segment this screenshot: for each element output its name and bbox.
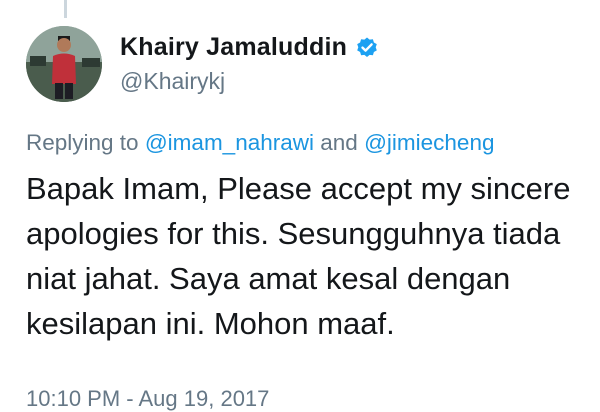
verified-badge-icon (355, 36, 379, 60)
replying-conjunction: and (320, 130, 358, 155)
author-name[interactable]: Khairy Jamaluddin (120, 33, 347, 62)
tweet-timestamp[interactable]: 10:10 PM - Aug 19, 2017 (26, 386, 269, 412)
author-handle[interactable]: @Khairykj (120, 68, 379, 95)
avatar[interactable] (26, 26, 102, 102)
mention-link[interactable]: @jimiecheng (364, 130, 494, 155)
tweet-header: Khairy Jamaluddin @Khairykj (120, 33, 379, 95)
name-row: Khairy Jamaluddin (120, 33, 379, 62)
profile-photo-icon (26, 26, 102, 102)
tweet-text-line: niat jahat. Saya amat kesal dengan (26, 261, 511, 296)
replying-to-line: Replying to @imam_nahrawi and @jimiechen… (26, 130, 494, 156)
tweet-text: Bapak Imam, Please accept my sincere apo… (26, 166, 600, 346)
tweet-text-line: apologies for this. Sesungguhnya tiada (26, 216, 561, 251)
replying-to-label: Replying to (26, 130, 139, 155)
tweet-text-line: Bapak Imam, Please accept my sincere (26, 171, 571, 206)
tweet-text-line: kesilapan ini. Mohon maaf. (26, 306, 395, 341)
mention-link[interactable]: @imam_nahrawi (145, 130, 314, 155)
thread-connector-line (64, 0, 67, 18)
